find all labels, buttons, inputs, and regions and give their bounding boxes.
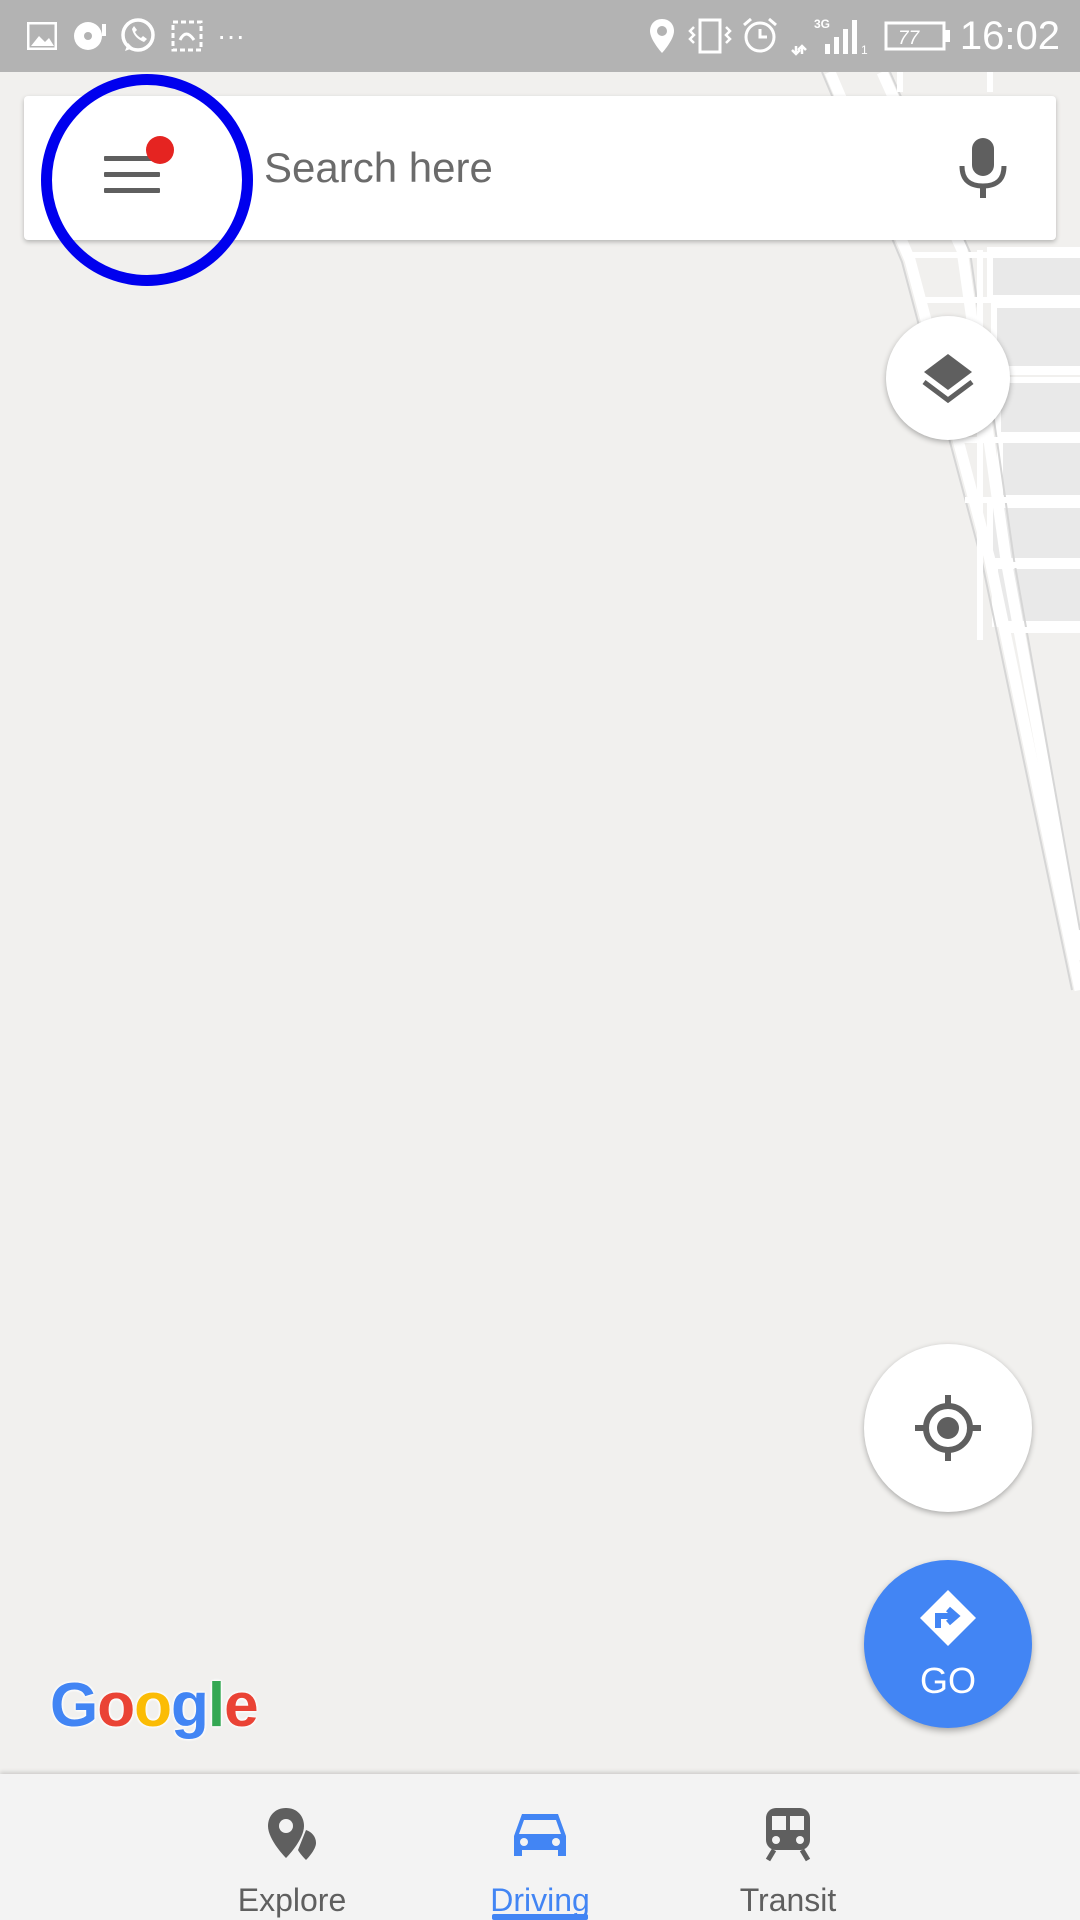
alarm-icon [740,14,780,58]
explore-icon [268,1808,316,1860]
voice-search-button[interactable] [956,136,1026,206]
battery-icon: 77 [884,14,952,58]
screenshot-icon [170,14,204,58]
transit-icon [765,1808,811,1862]
go-label: GO [919,1660,976,1701]
directions-icon [920,1590,976,1646]
bottom-navigation: Explore Driving Transit [0,1774,1080,1920]
music-icon [72,14,108,58]
microphone-icon [959,138,1007,198]
google-logo: Google [50,1671,259,1740]
battery-percent: 77 [898,28,921,49]
car-icon [514,1814,566,1856]
tab-explore-label: Explore [237,1882,347,1918]
go-directions-button[interactable]: GO [864,1560,1032,1728]
search-bar[interactable]: Search here [24,96,1056,240]
vibrate-icon [688,14,732,58]
hamburger-menu-button[interactable] [76,136,196,226]
status-bar: ··· 3G 1 77 16:02 [0,0,1080,72]
search-input[interactable]: Search here [264,96,493,240]
tab-transit[interactable]: Transit [678,1774,898,1920]
tab-transit-label: Transit [739,1882,837,1918]
active-tab-indicator [492,1914,588,1920]
status-time: 16:02 [959,14,1060,58]
layers-icon [922,354,974,404]
signal-icon: 1 [822,14,872,58]
location-icon [648,14,676,58]
my-location-icon [915,1395,981,1461]
whatsapp-icon [118,14,158,58]
layers-button[interactable] [886,316,1010,440]
svg-text:1: 1 [861,43,868,54]
tab-driving[interactable]: Driving [430,1774,650,1920]
my-location-button[interactable] [864,1344,1032,1512]
more-icon: ··· [217,20,245,51]
notification-dot [146,136,174,164]
image-icon [26,14,58,58]
tab-explore[interactable]: Explore [182,1774,402,1920]
